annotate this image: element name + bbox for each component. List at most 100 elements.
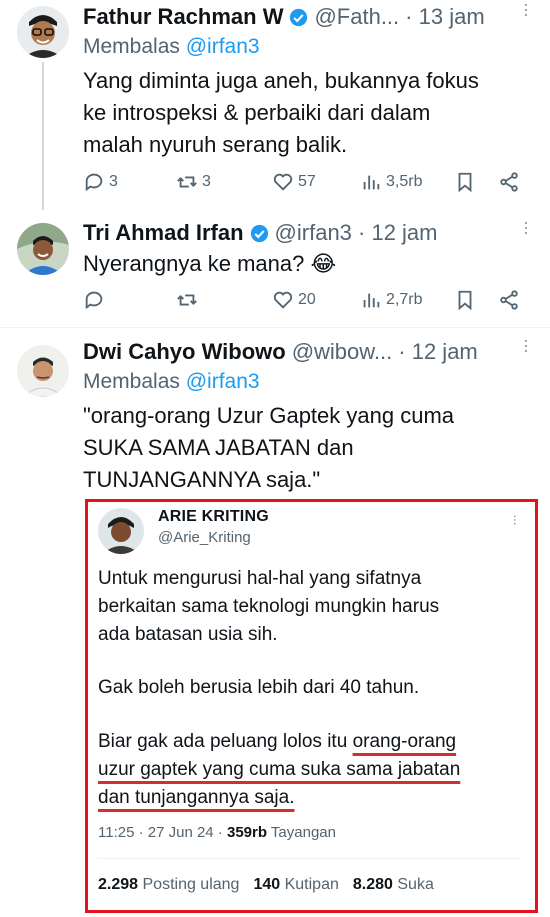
reply-icon bbox=[85, 291, 103, 310]
tweet-text: Nyerangnya ke mana? 😂 bbox=[83, 251, 337, 276]
tweet-text: "orang-orang Uzur Gaptek yang cuma SUKA … bbox=[83, 400, 543, 496]
views-button[interactable]: 2,7rb bbox=[360, 289, 422, 311]
author-name[interactable]: Fathur Rachman W bbox=[83, 4, 283, 30]
like-count: 57 bbox=[298, 173, 316, 190]
retweet-icon bbox=[177, 294, 197, 306]
tweet-text-line: "orang-orang Uzur Gaptek yang cuma bbox=[83, 403, 455, 428]
quoted-text-paragraph: Biar gak ada peluang lolos itu orang-ora… bbox=[98, 728, 528, 812]
share-icon bbox=[500, 290, 518, 310]
views-count: 2,7rb bbox=[386, 291, 423, 308]
quoted-author-handle[interactable]: @Arie_Kriting bbox=[158, 529, 251, 546]
reposts-label: Posting ulang bbox=[138, 876, 240, 893]
quoted-timestamp: 11:25 · 27 Jun 24 · 359rb Tayangan bbox=[98, 824, 336, 841]
reply-button[interactable]: 3 bbox=[83, 171, 118, 193]
tweet-time[interactable]: · 12 jam bbox=[398, 339, 477, 365]
retweet-button[interactable] bbox=[176, 289, 198, 311]
retweet-icon bbox=[177, 176, 197, 188]
reply-prefix: Membalas bbox=[83, 35, 180, 58]
thread-connector-line bbox=[42, 62, 44, 210]
reply-context: Membalas @irfan3 bbox=[83, 370, 260, 394]
reply-button[interactable] bbox=[83, 289, 105, 311]
avatar[interactable] bbox=[17, 345, 69, 397]
author-handle[interactable]: @irfan3 · 12 jam bbox=[275, 220, 438, 246]
views-chart-icon bbox=[363, 293, 380, 308]
avatar-photo-icon bbox=[17, 6, 69, 58]
avatar-photo-icon bbox=[17, 223, 69, 275]
tweet-text: Yang diminta juga aneh, bukannya fokus k… bbox=[83, 65, 543, 161]
avatar[interactable] bbox=[17, 223, 69, 275]
share-button[interactable] bbox=[498, 289, 520, 311]
heart-icon bbox=[273, 291, 293, 309]
tweet-divider bbox=[0, 327, 550, 328]
tweet-text-line: ke introspeksi & perbaiki dari dalam bbox=[83, 100, 431, 125]
quotes-label: Kutipan bbox=[280, 876, 339, 893]
tweet-time[interactable]: · 13 jam bbox=[405, 4, 484, 30]
like-count: 20 bbox=[298, 291, 316, 308]
avatar[interactable] bbox=[17, 6, 69, 58]
like-button[interactable]: 20 bbox=[272, 289, 316, 311]
views-button[interactable]: 3,5rb bbox=[360, 171, 422, 193]
retweet-count: 3 bbox=[202, 173, 211, 190]
quoted-views-count: 359rb bbox=[226, 824, 268, 841]
verified-badge-icon bbox=[290, 8, 308, 26]
more-options-icon[interactable]: ··· bbox=[516, 220, 537, 235]
likes-label: Suka bbox=[392, 876, 434, 893]
share-icon bbox=[500, 172, 518, 192]
avatar[interactable] bbox=[98, 508, 144, 554]
likes-count: 8.280 bbox=[352, 876, 393, 893]
reply-count: 3 bbox=[109, 173, 118, 190]
quoted-text-paragraph: Untuk mengurusi hal-hal yang sifatnya be… bbox=[98, 565, 528, 649]
underlined-text: orang-orang bbox=[352, 731, 457, 752]
avatar-photo-icon bbox=[17, 345, 69, 397]
quotes-count: 140 bbox=[253, 876, 281, 893]
reposts-count: 2.298 bbox=[98, 876, 139, 893]
quoted-time[interactable]: 11:25 · 27 Jun 24 · bbox=[98, 824, 227, 841]
tweet-text-line: TUNJANGANNYA saja." bbox=[83, 467, 321, 492]
author-handle[interactable]: @Fath... bbox=[314, 4, 399, 30]
more-options-icon[interactable]: ··· bbox=[516, 338, 537, 353]
author-handle[interactable]: @wibow... bbox=[292, 339, 393, 365]
quoted-author-name[interactable]: ARIE KRITING bbox=[158, 508, 269, 526]
more-options-icon[interactable]: ··· bbox=[508, 514, 524, 525]
reply-context: Membalas @irfan3 bbox=[83, 35, 260, 59]
avatar-photo-icon bbox=[98, 508, 144, 554]
views-count: 3,5rb bbox=[386, 173, 423, 190]
like-button[interactable]: 57 bbox=[272, 171, 316, 193]
bookmark-icon bbox=[458, 172, 472, 193]
reply-icon bbox=[85, 173, 103, 192]
tweet-header: Tri Ahmad Irfan @irfan3 · 12 jam bbox=[83, 218, 438, 248]
author-name[interactable]: Dwi Cahyo Wibowo bbox=[83, 339, 286, 365]
retweet-button[interactable]: 3 bbox=[176, 171, 211, 193]
quoted-tweet-card[interactable]: ARIE KRITING @Arie_Kriting ··· Untuk men… bbox=[85, 499, 538, 913]
reply-to-link[interactable]: @irfan3 bbox=[186, 370, 260, 393]
likes-stat[interactable]: 8.280 Suka bbox=[353, 876, 434, 894]
tweet-header: Dwi Cahyo Wibowo @wibow... · 12 jam bbox=[83, 337, 478, 367]
bookmark-button[interactable] bbox=[454, 289, 476, 311]
quoted-text-line: berkaitan sama teknologi mungkin harus bbox=[98, 596, 440, 617]
quoted-divider bbox=[98, 858, 520, 859]
reply-prefix: Membalas bbox=[83, 370, 180, 393]
quoted-text-paragraph: Gak boleh berusia lebih dari 40 tahun. bbox=[98, 677, 420, 698]
underlined-text: dan tunjangannya saja. bbox=[98, 787, 295, 808]
reply-to-link[interactable]: @irfan3 bbox=[186, 35, 260, 58]
heart-icon bbox=[273, 173, 293, 191]
quoted-text-segment: Biar gak ada peluang lolos itu bbox=[98, 731, 353, 752]
tweet-text-line: malah nyuruh serang balik. bbox=[83, 132, 348, 157]
views-chart-icon bbox=[363, 175, 380, 190]
bookmark-button[interactable] bbox=[454, 171, 476, 193]
reposts-stat[interactable]: 2.298 Posting ulang bbox=[98, 876, 239, 894]
quoted-text-line: ada batasan usia sih. bbox=[98, 624, 278, 645]
quoted-stats: 2.298 Posting ulang 140 Kutipan 8.280 Su… bbox=[98, 876, 434, 894]
tweet-text-line: Yang diminta juga aneh, bukannya fokus bbox=[83, 68, 479, 93]
more-options-icon[interactable]: ··· bbox=[516, 2, 537, 17]
author-name[interactable]: Tri Ahmad Irfan bbox=[83, 220, 244, 246]
tweet-text-line: SUKA SAMA JABATAN dan bbox=[83, 435, 354, 460]
quoted-views-label: Tayangan bbox=[267, 824, 336, 841]
tweet-header: Fathur Rachman W @Fath... · 13 jam bbox=[83, 2, 485, 32]
bookmark-icon bbox=[458, 290, 472, 311]
underlined-text: uzur gaptek yang cuma suka sama jabatan bbox=[98, 759, 461, 780]
quoted-text-line: Untuk mengurusi hal-hal yang sifatnya bbox=[98, 568, 422, 589]
verified-badge-icon bbox=[250, 224, 268, 242]
quotes-stat[interactable]: 140 Kutipan bbox=[253, 876, 338, 894]
share-button[interactable] bbox=[498, 171, 520, 193]
